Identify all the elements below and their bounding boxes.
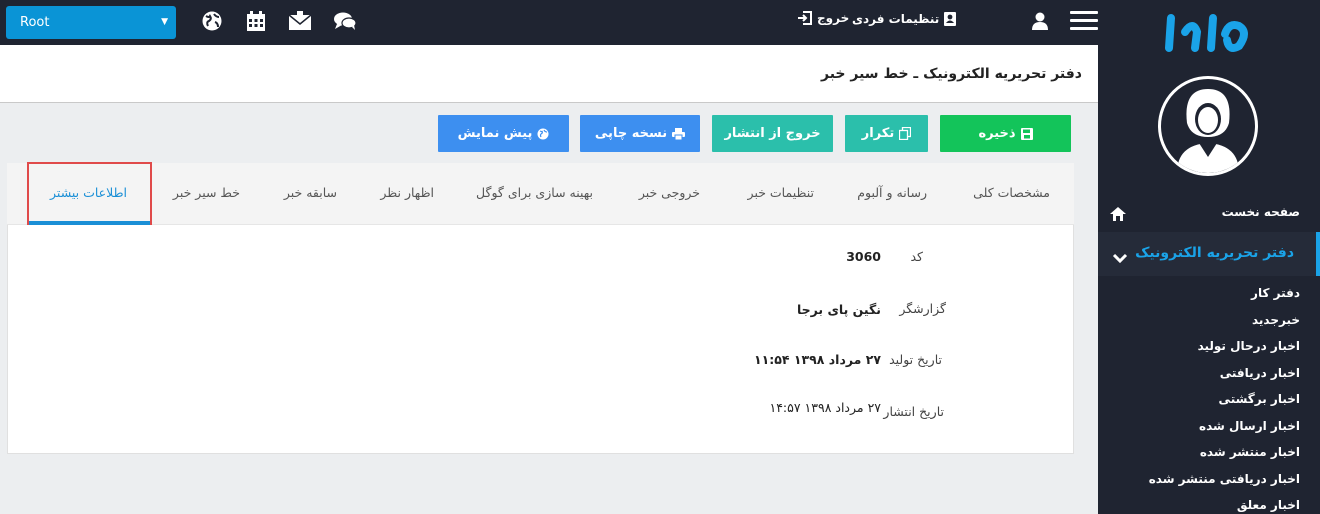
sidebar-item-newsroom[interactable]: دفتر تحریریه الکترونیک xyxy=(1098,232,1320,276)
sidebar-item-published[interactable]: اخبار منتشر شده xyxy=(1098,441,1320,468)
copy-icon xyxy=(899,127,912,140)
page-header: دفتر تحریریه الکترونیک ـ خط سیر خبر xyxy=(0,45,1098,103)
unpublish-button[interactable]: خروج از انتشار xyxy=(712,115,833,152)
sidebar-item-newsroom-label: دفتر تحریریه الکترونیک xyxy=(1135,245,1294,261)
tab-news-settings[interactable]: تنظیمات خبر xyxy=(748,185,814,200)
tab-media-album[interactable]: رسانه و آلبوم xyxy=(857,185,927,200)
print-label: نسخه چاپی xyxy=(594,126,668,141)
user-icon[interactable] xyxy=(1028,9,1052,33)
personal-settings-link[interactable]: تنظیمات فردی xyxy=(852,11,957,27)
tab-news-output[interactable]: خروجی خبر xyxy=(639,185,700,200)
logout-link[interactable]: خروج xyxy=(797,11,849,25)
reporter-value: نگین پای برجا xyxy=(796,302,881,317)
chat-icon[interactable] xyxy=(333,9,357,33)
sidebar-item-in-production[interactable]: اخبار درحال تولید xyxy=(1098,335,1320,362)
tab-news-route[interactable]: خط سیر خبر xyxy=(173,185,240,200)
sidebar-item-sent[interactable]: اخبار ارسال شده xyxy=(1098,415,1320,442)
tab-content: کد 3060 گزارشگر نگین پای برجا تاریخ تولی… xyxy=(7,225,1074,454)
sidebar-item-suspended[interactable]: اخبار معلق xyxy=(1098,494,1320,514)
sidebar-submenu: دفتر کار خبرجدید اخبار درحال تولید اخبار… xyxy=(1098,282,1320,514)
sidebar-item-home-label: صفحه نخست xyxy=(1221,205,1300,219)
contact-card-icon xyxy=(944,12,957,26)
sidebar-item-received[interactable]: اخبار دریافتی xyxy=(1098,362,1320,389)
unpublish-label: خروج از انتشار xyxy=(724,126,821,141)
caret-down-icon: ▼ xyxy=(161,17,168,27)
tab-general[interactable]: مشخصات کلی xyxy=(973,185,1050,200)
tab-news-history[interactable]: سابقه خبر xyxy=(284,185,337,200)
code-value: 3060 xyxy=(846,249,881,264)
hamburger-icon[interactable] xyxy=(1070,11,1098,33)
logout-label: خروج xyxy=(817,11,850,25)
duplicate-label: تکرار xyxy=(861,126,895,141)
published-date-value: ۲۷ مرداد ۱۳۹۸ ۱۴:۵۷ xyxy=(769,400,881,415)
sidebar-item-desk[interactable]: دفتر کار xyxy=(1098,282,1320,309)
preview-button[interactable]: پیش نمایش xyxy=(438,115,569,152)
created-date-label: تاریخ تولید xyxy=(889,352,942,367)
root-select[interactable]: Root ▼ xyxy=(6,6,176,39)
sidebar-item-new-news[interactable]: خبرجدید xyxy=(1098,309,1320,336)
logo xyxy=(1165,4,1255,60)
sidebar-item-received-published[interactable]: اخبار دریافتی منتشر شده xyxy=(1098,468,1320,495)
save-label: ذخیره xyxy=(978,126,1016,141)
home-icon xyxy=(1110,206,1126,225)
avatar[interactable] xyxy=(1158,76,1258,176)
calendar-icon[interactable] xyxy=(244,9,268,33)
created-date-value: ۲۷ مرداد ۱۳۹۸ ۱۱:۵۴ xyxy=(753,352,881,367)
sidebar-item-returned[interactable]: اخبار برگشتی xyxy=(1098,388,1320,415)
page-title: دفتر تحریریه الکترونیک ـ خط سیر خبر xyxy=(821,66,1082,82)
reporter-label: گزارشگر xyxy=(899,301,946,316)
top-bar: Root ▼ خروج تنظیمات فردی xyxy=(0,0,1098,45)
globe-icon[interactable] xyxy=(200,9,224,33)
logout-icon xyxy=(798,11,812,25)
root-select-value: Root xyxy=(20,15,50,30)
personal-settings-label: تنظیمات فردی xyxy=(852,12,940,26)
print-button[interactable]: نسخه چاپی xyxy=(580,115,700,152)
tab-bar: مشخصات کلی رسانه و آلبوم تنظیمات خبر خرو… xyxy=(7,163,1074,225)
tab-comments[interactable]: اظهار نظر xyxy=(380,185,434,200)
printer-icon xyxy=(672,127,686,140)
globe-icon xyxy=(537,128,549,139)
sidebar-item-home[interactable]: صفحه نخست xyxy=(1098,198,1320,228)
floppy-icon xyxy=(1020,127,1033,140)
published-date-label: تاریخ انتشار xyxy=(883,404,944,419)
preview-label: پیش نمایش xyxy=(457,126,533,141)
tab-google-seo[interactable]: بهینه سازی برای گوگل xyxy=(476,185,593,200)
chevron-down-icon xyxy=(1112,248,1128,267)
code-label: کد xyxy=(910,249,923,264)
envelope-icon[interactable] xyxy=(288,9,312,33)
save-button[interactable]: ذخیره xyxy=(940,115,1071,152)
duplicate-button[interactable]: تکرار xyxy=(845,115,928,152)
